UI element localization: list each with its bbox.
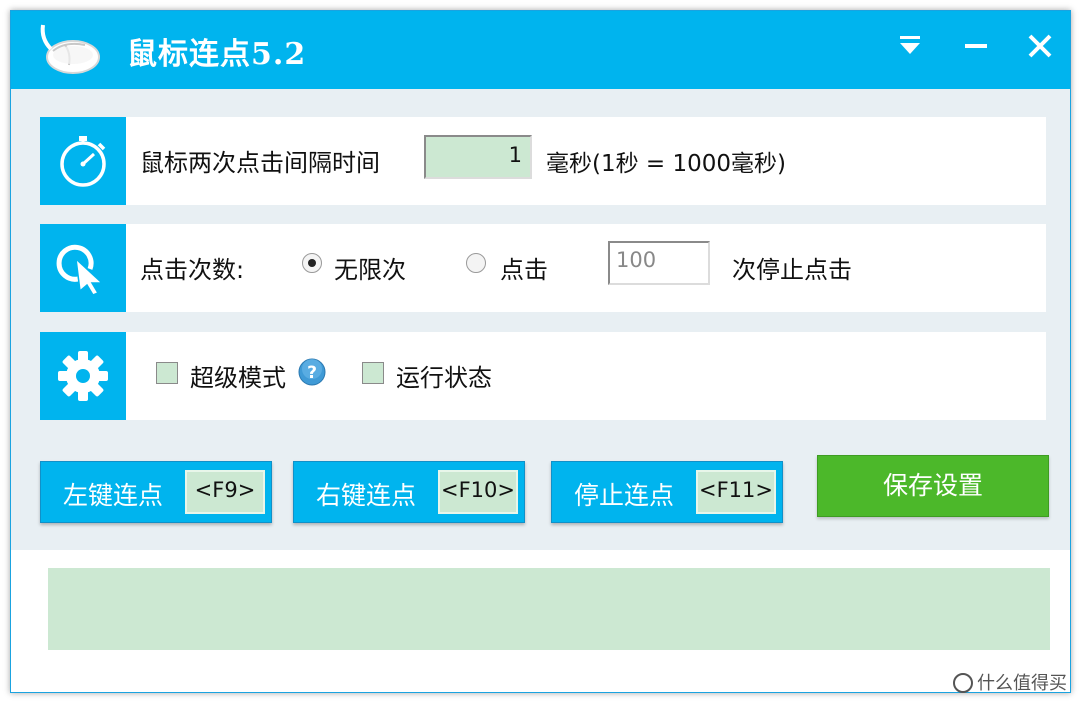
save-settings-button[interactable]: 保存设置 xyxy=(817,455,1049,517)
stop-click-hotkey: <F11> xyxy=(696,470,776,514)
options-panel: 超级模式 ? 运行状态 xyxy=(40,332,1046,420)
right-click-button[interactable]: 右键连点 <F10> xyxy=(293,461,525,523)
super-mode-checkbox[interactable] xyxy=(156,362,178,384)
mouse-logo-icon xyxy=(40,24,100,74)
dropdown-menu-icon xyxy=(900,36,920,54)
status-log-area xyxy=(48,568,1050,650)
interval-input[interactable]: 1 xyxy=(424,135,532,179)
watermark: 什么值得买 xyxy=(953,669,1067,695)
left-click-button[interactable]: 左键连点 <F9> xyxy=(40,461,272,523)
close-button[interactable] xyxy=(1023,29,1057,63)
right-click-label: 右键连点 xyxy=(316,481,417,510)
settings-area: 鼠标两次点击间隔时间 1 毫秒(1秒 = 1000毫秒) 点击次数: 无限次 点… xyxy=(11,89,1070,550)
run-status-label[interactable]: 运行状态 xyxy=(396,358,492,393)
stop-click-label: 停止连点 xyxy=(574,481,675,510)
left-click-label: 左键连点 xyxy=(63,481,164,510)
title-bar[interactable]: 鼠标连点5.2 xyxy=(11,11,1070,89)
run-status-checkbox[interactable] xyxy=(362,362,384,384)
gear-icon xyxy=(58,351,108,401)
right-click-hotkey: <F10> xyxy=(438,470,518,514)
close-icon xyxy=(1028,34,1052,58)
interval-unit: 毫秒(1秒 = 1000毫秒) xyxy=(546,151,787,177)
unlimited-radio[interactable] xyxy=(302,253,322,273)
interval-icon-box xyxy=(40,117,126,205)
super-mode-label[interactable]: 超级模式 xyxy=(190,358,286,393)
click-count-panel: 点击次数: 无限次 点击 100 次停止点击 xyxy=(40,224,1046,312)
limited-radio[interactable] xyxy=(466,253,486,273)
options-icon-box xyxy=(40,332,126,420)
unlimited-option-label[interactable]: 无限次 xyxy=(334,250,406,285)
watermark-logo-icon xyxy=(953,673,973,693)
app-title: 鼠标连点5.2 xyxy=(127,37,307,72)
click-count-suffix: 次停止点击 xyxy=(732,256,852,284)
interval-panel: 鼠标两次点击间隔时间 1 毫秒(1秒 = 1000毫秒) xyxy=(40,117,1046,205)
click-count-input[interactable]: 100 xyxy=(608,241,710,285)
svg-text:?: ? xyxy=(307,363,317,383)
click-count-label: 点击次数: xyxy=(140,256,245,284)
app-window: 鼠标连点5.2 鼠标两次点击间隔时间 1 毫秒(1秒 = 1000毫秒) 点击次… xyxy=(10,10,1071,693)
left-click-hotkey: <F9> xyxy=(185,470,265,514)
help-icon[interactable]: ? xyxy=(298,358,326,386)
minimize-icon xyxy=(965,44,987,48)
interval-label: 鼠标两次点击间隔时间 xyxy=(140,149,380,177)
limited-option-label[interactable]: 点击 xyxy=(500,250,548,285)
stopwatch-icon xyxy=(60,136,106,187)
cursor-click-icon xyxy=(56,244,104,296)
watermark-text: 什么值得买 xyxy=(977,673,1067,694)
menu-button[interactable] xyxy=(893,29,927,63)
minimize-button[interactable] xyxy=(959,29,993,63)
click-count-icon-box xyxy=(40,224,126,312)
stop-click-button[interactable]: 停止连点 <F11> xyxy=(551,461,783,523)
